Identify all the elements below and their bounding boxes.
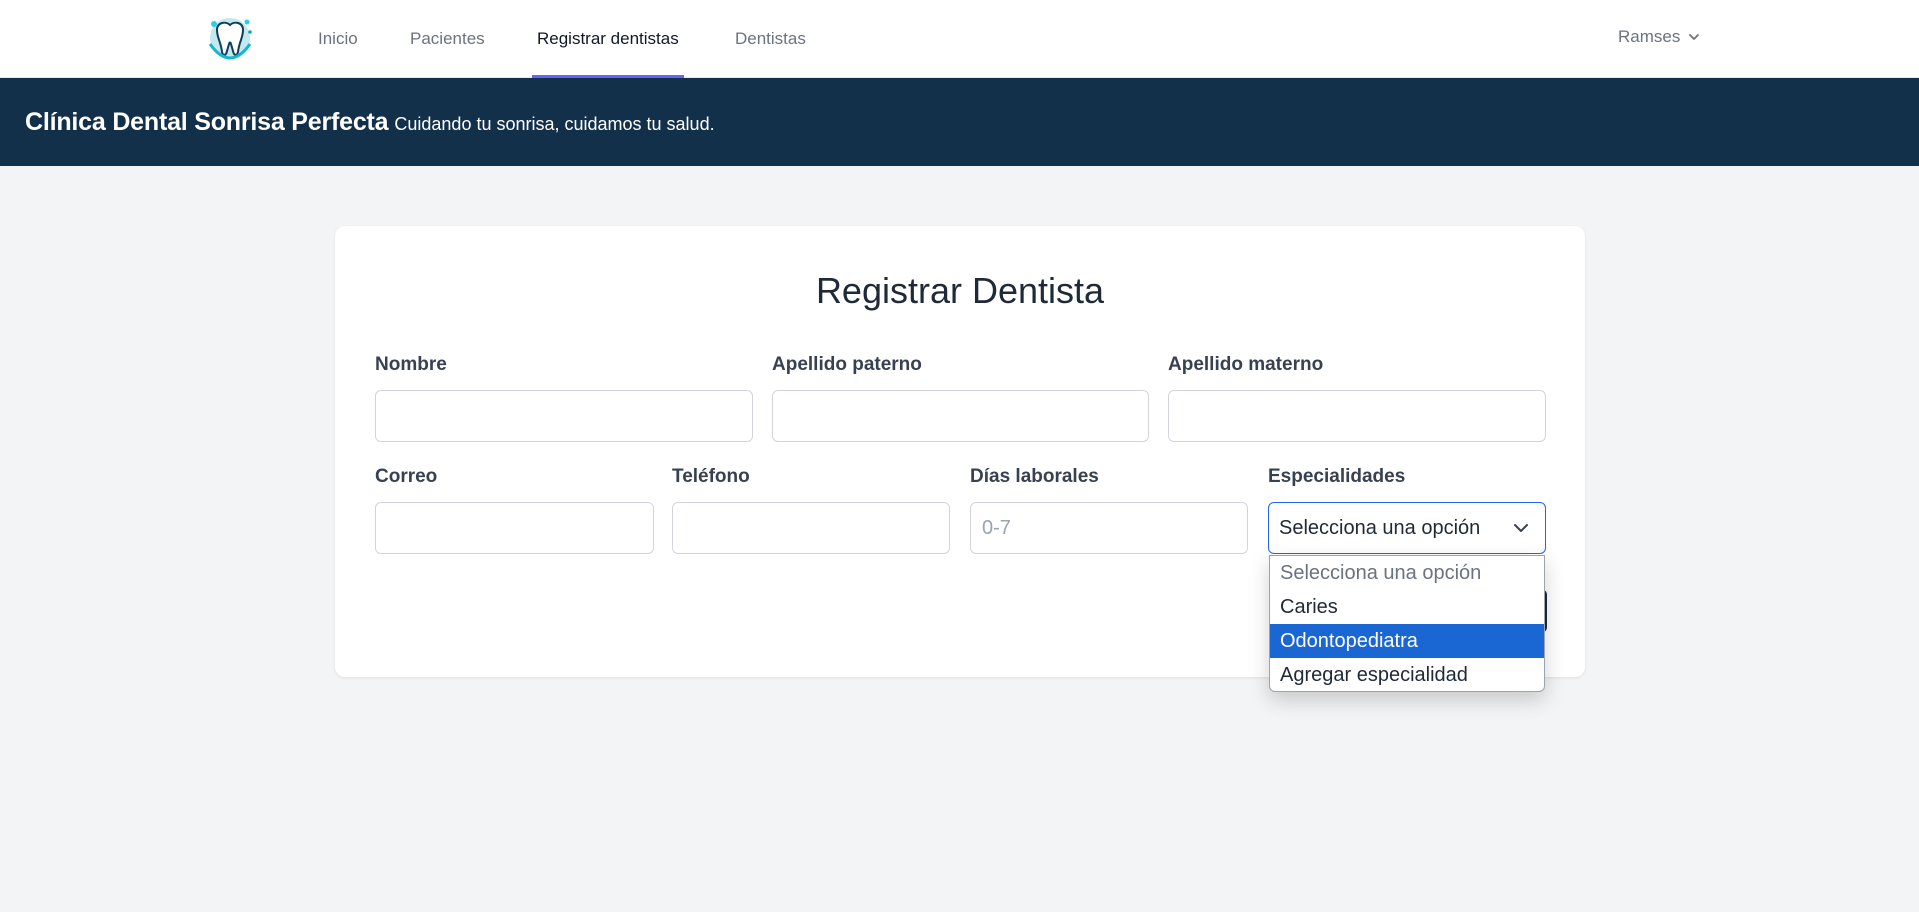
chevron-down-icon xyxy=(1514,524,1528,532)
apellido-materno-input[interactable] xyxy=(1168,390,1546,442)
apellido-paterno-label: Apellido paterno xyxy=(772,354,922,375)
user-name: Ramses xyxy=(1618,27,1681,46)
dropdown-option-caries[interactable]: Caries xyxy=(1270,590,1544,624)
form-title: Registrar Dentista xyxy=(815,270,1105,311)
telefono-input[interactable] xyxy=(672,502,950,554)
dropdown-option-placeholder[interactable]: Selecciona una opción xyxy=(1270,556,1544,590)
especialidades-label: Especialidades xyxy=(1268,466,1406,487)
especialidades-dropdown-list: Selecciona una opción Caries Odontopedia… xyxy=(1269,555,1545,692)
nav-link-dentistas[interactable]: Dentistas xyxy=(735,0,806,78)
nav-link-pacientes[interactable]: Pacientes xyxy=(410,0,485,78)
clinic-banner: Clínica Dental Sonrisa Perfecta Cuidando… xyxy=(0,78,1919,166)
tooth-logo-icon[interactable] xyxy=(202,14,258,60)
top-navbar: Inicio Pacientes Registrar dentistas Den… xyxy=(0,0,1919,78)
nav-link-inicio[interactable]: Inicio xyxy=(318,0,358,78)
apellido-materno-label: Apellido materno xyxy=(1168,354,1324,375)
dropdown-option-odontopediatra[interactable]: Odontopediatra xyxy=(1270,624,1544,658)
especialidades-select[interactable]: Selecciona una opción xyxy=(1268,502,1546,554)
user-menu-button[interactable]: Ramses xyxy=(1618,0,1700,74)
dropdown-option-agregar-especialidad[interactable]: Agregar especialidad xyxy=(1270,658,1544,691)
correo-input[interactable] xyxy=(375,502,654,554)
telefono-label: Teléfono xyxy=(672,466,750,487)
apellido-paterno-input[interactable] xyxy=(772,390,1149,442)
banner-subtitle: Cuidando tu sonrisa, cuidamos tu salud. xyxy=(394,113,715,134)
dias-laborales-input[interactable] xyxy=(970,502,1248,554)
dias-laborales-label: Días laborales xyxy=(970,466,1099,487)
nombre-input[interactable] xyxy=(375,390,753,442)
nombre-label: Nombre xyxy=(375,354,447,375)
chevron-down-icon xyxy=(1689,34,1700,40)
correo-label: Correo xyxy=(375,466,438,487)
especialidades-selected-value: Selecciona una opción xyxy=(1279,516,1481,539)
nav-link-registrar-dentistas[interactable]: Registrar dentistas xyxy=(532,0,684,78)
banner-title: Clínica Dental Sonrisa Perfecta xyxy=(25,107,389,136)
